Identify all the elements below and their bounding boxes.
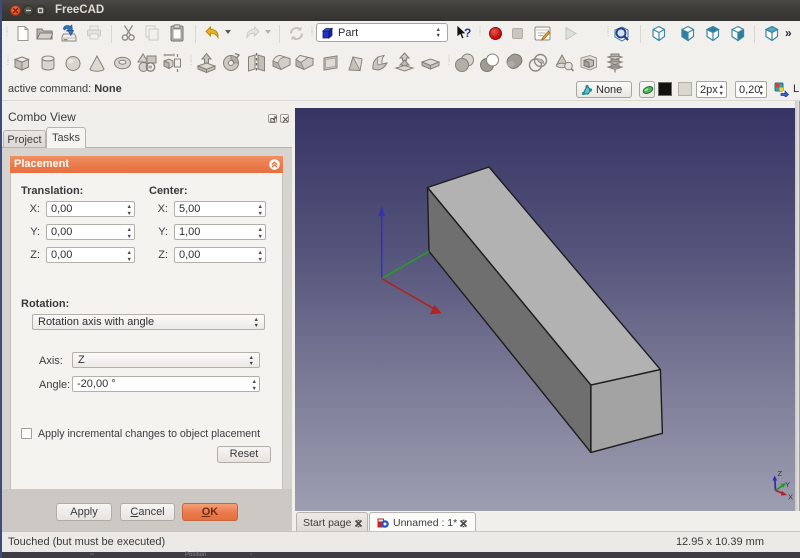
svg-text:?: ? [464,26,471,40]
svg-text:Y: Y [785,480,790,489]
svg-text:X: X [788,493,793,502]
svg-text:Z: Z [778,469,783,478]
